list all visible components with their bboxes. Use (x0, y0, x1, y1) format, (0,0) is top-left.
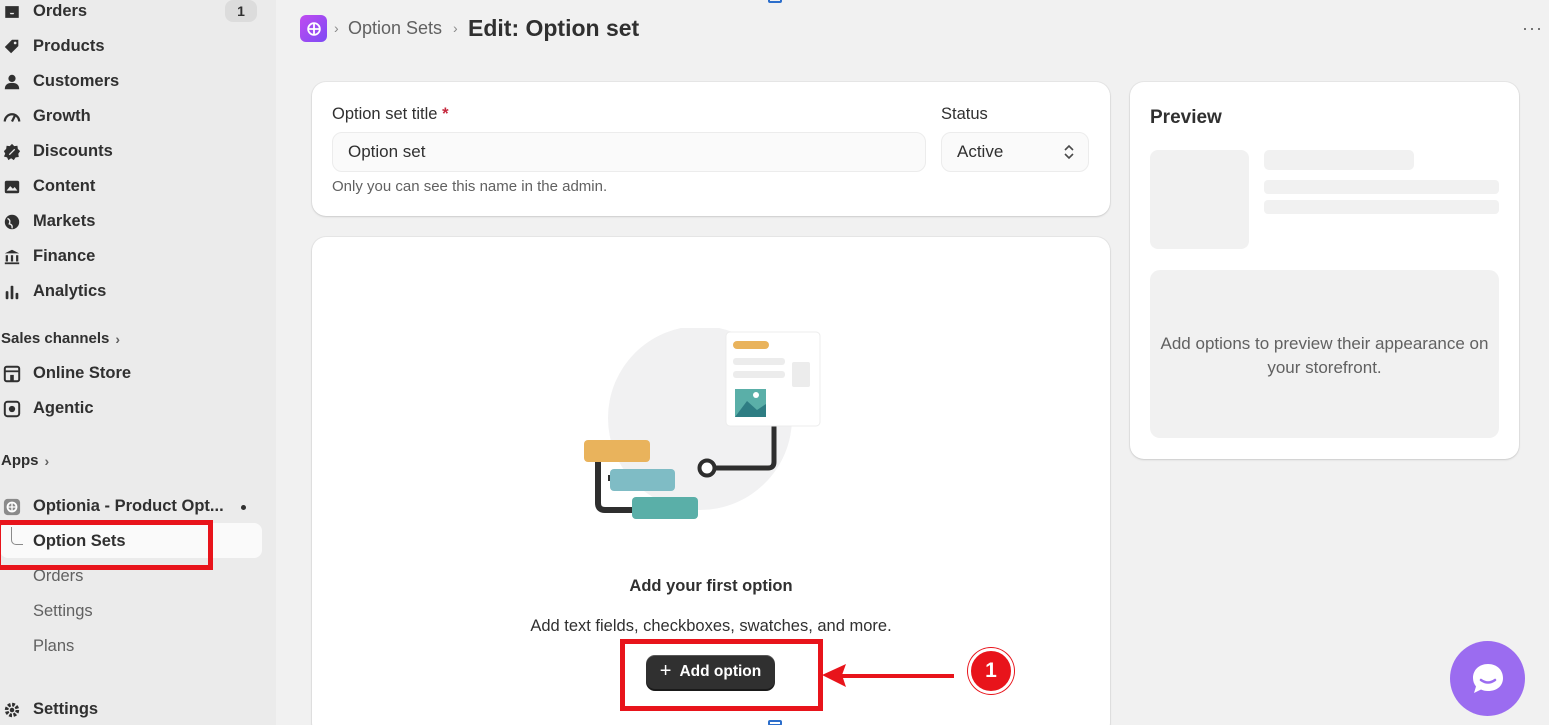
tag-icon (1, 36, 23, 58)
sidebar-item-label: Optionia - Product Opt... (33, 497, 224, 515)
sidebar-item-content[interactable]: Content (0, 169, 95, 204)
more-actions-button[interactable]: ··· (1522, 18, 1543, 39)
empty-state-description: Add text fields, checkboxes, swatches, a… (530, 617, 892, 635)
gear-icon (1, 699, 23, 721)
sidebar-item-finance[interactable]: Finance (0, 239, 95, 274)
app-logo-icon (1, 496, 23, 518)
bank-icon (1, 246, 23, 268)
sidebar-item-online-store[interactable]: Online Store (0, 356, 131, 391)
preview-empty-message: Add options to preview their appearance … (1160, 334, 1489, 377)
sidebar-item-label: Discounts (33, 142, 113, 160)
chat-support-button[interactable] (1450, 641, 1525, 716)
sidebar-item-label: Content (33, 177, 96, 195)
title-label-text: Option set title (332, 105, 438, 123)
page-title: Edit: Option set (468, 15, 640, 41)
preview-text-placeholder (1264, 150, 1414, 170)
sidebar-item-markets[interactable]: Markets (0, 204, 95, 239)
unread-dot (241, 505, 246, 510)
discount-icon (1, 141, 23, 163)
sidebar-item-agentic[interactable]: Agentic (0, 391, 94, 426)
agentic-icon (1, 398, 23, 420)
sidebar-item-label: Customers (33, 72, 120, 90)
status-label: Status (941, 105, 988, 123)
apps-label: Apps (1, 452, 39, 469)
sidebar-item-label: Markets (33, 212, 96, 230)
empty-state-heading: Add your first option (629, 577, 793, 595)
sidebar-item-label: Analytics (33, 282, 107, 300)
breadcrumb-separator-icon: › (453, 20, 458, 36)
sidebar-item-settings[interactable]: Settings (0, 692, 98, 725)
gauge-icon (1, 106, 23, 128)
select-chevrons-icon (1064, 144, 1074, 160)
sidebar-item-label: Finance (33, 247, 96, 265)
sidebar-subitem-settings[interactable]: Settings (33, 602, 93, 621)
chat-bubble-icon (1472, 663, 1503, 693)
status-select[interactable]: Active (941, 132, 1089, 172)
image-icon (1, 176, 23, 198)
sidebar-item-label: Products (33, 37, 105, 55)
optionia-logo-icon[interactable] (300, 15, 327, 42)
annotation-highlight-add-option (620, 639, 823, 711)
sales-channels-heading[interactable]: Sales channels › (1, 330, 120, 347)
option-set-title-label: Option set title * (332, 105, 449, 124)
preview-text-placeholder (1264, 200, 1499, 214)
preview-image-placeholder (1150, 150, 1249, 249)
bar-chart-icon (1, 281, 23, 303)
title-input-value: Option set (348, 142, 426, 161)
step-number-marker: 1 (968, 648, 1014, 694)
sales-channels-label: Sales channels (1, 330, 110, 347)
sidebar-item-label: Settings (33, 700, 99, 718)
apps-heading[interactable]: Apps › (1, 452, 49, 469)
inbox-icon (1, 1, 23, 23)
breadcrumb-option-sets[interactable]: Option Sets (348, 18, 442, 39)
breadcrumb-separator-icon: › (334, 20, 339, 36)
sidebar-item-analytics[interactable]: Analytics (0, 274, 106, 309)
store-icon (1, 363, 23, 385)
annotation-arrow-icon (822, 664, 954, 687)
person-icon (1, 71, 23, 93)
status-select-value: Active (957, 142, 1004, 161)
chevron-right-icon: › (44, 452, 50, 469)
sidebar-item-customers[interactable]: Customers (0, 64, 119, 99)
orders-count-badge: 1 (225, 0, 257, 22)
focus-indicator (768, 0, 782, 3)
sidebar-item-label: Orders (33, 2, 88, 20)
sidebar-item-label: Agentic (33, 399, 94, 417)
option-set-title-input[interactable]: Option set (332, 132, 926, 172)
sidebar-item-discounts[interactable]: Discounts (0, 134, 113, 169)
sidebar-item-orders[interactable]: Orders (0, 0, 87, 29)
globe-icon (1, 211, 23, 233)
annotation-highlight-option-sets (0, 520, 213, 570)
required-asterisk: * (442, 105, 449, 123)
sidebar-item-products[interactable]: Products (0, 29, 105, 64)
preview-title: Preview (1150, 107, 1222, 128)
focus-indicator (768, 720, 782, 725)
chevron-right-icon: › (115, 330, 121, 347)
sidebar-item-label: Growth (33, 107, 91, 125)
preview-text-placeholder (1264, 180, 1499, 194)
sidebar-subitem-plans[interactable]: Plans (33, 637, 74, 656)
sidebar-item-growth[interactable]: Growth (0, 99, 91, 134)
sidebar: Orders 1 Products Customers Growth Disco… (0, 0, 276, 725)
title-help-text: Only you can see this name in the admin. (332, 178, 608, 195)
empty-state-illustration (584, 328, 821, 519)
sidebar-item-label: Online Store (33, 364, 132, 382)
sidebar-item-optionia-app[interactable]: Optionia - Product Opt... (0, 489, 224, 524)
